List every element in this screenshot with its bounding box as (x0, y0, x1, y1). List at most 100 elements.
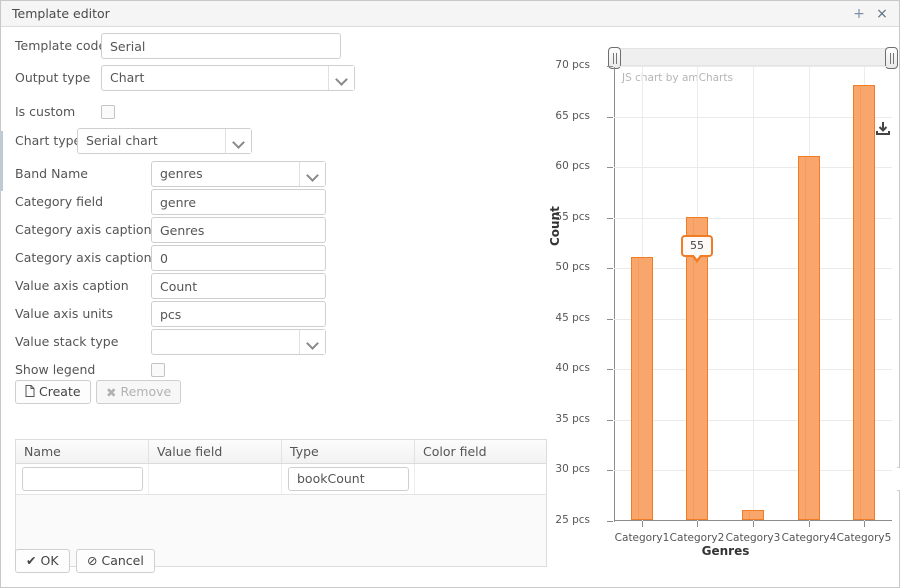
field-row-chart-type: Chart type Serial chart (15, 128, 345, 154)
window-titlebar: Template editor + × (1, 1, 899, 27)
cell-type: Column (282, 464, 415, 494)
series-table: Name Value field Type Color field Column (15, 439, 547, 567)
chart-preview-panel: JS chart by amCharts 25 pcs30 pcs35 pcs4… (554, 31, 897, 551)
y-axis-label: 60 pcs (530, 160, 590, 172)
output-type-label: Output type (15, 65, 90, 91)
chevron-down-icon[interactable] (225, 129, 251, 153)
y-axis-label: 70 pcs (530, 59, 590, 71)
x-axis-tick (864, 521, 865, 527)
y-axis-tick (607, 521, 613, 522)
x-axis-label: Category1 (615, 532, 670, 544)
output-type-select[interactable]: Chart (101, 65, 355, 91)
chart-bar[interactable] (742, 510, 764, 520)
field-row-category-axis-caption-angle: Category axis caption angle (15, 245, 345, 271)
chart-bar[interactable] (853, 85, 875, 520)
chevron-down-icon[interactable] (328, 66, 354, 90)
band-name-value: genres (160, 162, 203, 186)
create-button[interactable]: Create (15, 380, 91, 404)
table-row[interactable]: Column (16, 464, 546, 495)
y-axis-tick (607, 66, 613, 67)
maximize-icon[interactable]: + (850, 5, 868, 23)
field-row-category-axis-caption: Category axis caption (15, 217, 345, 243)
category-axis-caption-label: Category axis caption (15, 217, 152, 243)
value-axis-caption-input[interactable] (151, 273, 326, 299)
category-field-label: Category field (15, 189, 103, 215)
y-axis-label: 35 pcs (530, 413, 590, 425)
value-axis-caption-label: Value axis caption (15, 273, 129, 299)
field-row-value-stack-type: Value stack type (15, 329, 345, 355)
close-x-icon: ✖ (106, 382, 116, 404)
y-axis-tick (607, 268, 613, 269)
show-legend-checkbox[interactable] (151, 363, 165, 377)
table-header-row: Name Value field Type Color field (16, 440, 546, 464)
value-stack-type-label: Value stack type (15, 329, 118, 355)
y-axis-label: 30 pcs (530, 463, 590, 475)
chart-tooltip: 55 (681, 235, 713, 257)
chart-bar[interactable] (798, 156, 820, 520)
x-axis-tick (753, 521, 754, 527)
gridline-vertical (753, 66, 754, 521)
value-axis-caption: Count (548, 206, 562, 246)
chart-plot-area: JS chart by amCharts 25 pcs30 pcs35 pcs4… (614, 66, 892, 521)
field-row-category-field: Category field (15, 189, 345, 215)
template-editor-window: Template editor + × Template code Output… (0, 0, 900, 588)
window-title: Template editor (12, 6, 110, 21)
template-code-input[interactable] (101, 33, 341, 59)
output-type-value: Chart (110, 66, 144, 90)
close-icon[interactable]: × (873, 5, 891, 23)
band-name-label: Band Name (15, 161, 88, 187)
ban-icon: ⊘ (87, 550, 97, 572)
y-axis-label: 65 pcs (530, 110, 590, 122)
y-axis-label: 40 pcs (530, 362, 590, 374)
x-axis-tick (809, 521, 810, 527)
chart-bar[interactable] (631, 257, 653, 520)
y-axis-label: 25 pcs (530, 514, 590, 526)
y-axis-label: 50 pcs (530, 261, 590, 273)
category-axis-caption-input[interactable] (151, 217, 326, 243)
field-row-template-code: Template code (15, 33, 345, 59)
category-field-input[interactable] (151, 189, 326, 215)
cancel-button[interactable]: ⊘ Cancel (76, 549, 155, 573)
cell-color-field (415, 464, 546, 494)
y-axis-label: 45 pcs (530, 312, 590, 324)
y-axis-tick (607, 218, 613, 219)
chevron-down-icon[interactable] (299, 330, 325, 354)
table-header-value-field: Value field (149, 440, 282, 463)
y-axis-line (614, 66, 615, 522)
x-axis-label: Category2 (670, 532, 725, 544)
is-custom-checkbox[interactable] (101, 105, 115, 119)
x-axis-tick (642, 521, 643, 527)
chart-zoom-scrollbar[interactable] (614, 48, 892, 66)
table-header-name: Name (16, 440, 149, 463)
field-row-value-axis-units: Value axis units (15, 301, 345, 327)
cancel-button-label: Cancel (101, 553, 143, 568)
remove-button[interactable]: ✖ Remove (96, 380, 181, 404)
series-name-input[interactable] (22, 467, 143, 491)
y-axis-tick (607, 319, 613, 320)
y-axis-tick (607, 369, 613, 370)
y-axis-tick (607, 420, 613, 421)
table-header-type: Type (282, 440, 415, 463)
value-stack-type-select[interactable] (151, 329, 326, 355)
category-axis-caption-angle-input[interactable] (151, 245, 326, 271)
x-axis-label: Category5 (837, 532, 892, 544)
field-row-output-type: Output type Chart (15, 65, 345, 91)
remove-button-label: Remove (120, 384, 171, 399)
ok-button[interactable]: ✔OK (15, 549, 70, 573)
y-axis-tick (607, 470, 613, 471)
x-axis-tick (697, 521, 698, 527)
x-axis-label: Category3 (726, 532, 781, 544)
document-icon (25, 382, 35, 404)
chart-type-select[interactable]: Serial chart (77, 128, 252, 154)
cell-name (16, 464, 149, 494)
x-axis-label: Category4 (782, 532, 837, 544)
value-axis-units-input[interactable] (151, 301, 326, 327)
template-code-label: Template code (15, 33, 106, 59)
table-header-color-field: Color field (415, 440, 546, 463)
chart-watermark: JS chart by amCharts (622, 72, 733, 84)
field-row-is-custom: Is custom (15, 99, 345, 125)
chevron-down-icon[interactable] (299, 162, 325, 186)
is-custom-label: Is custom (15, 99, 75, 125)
band-name-select[interactable]: genres (151, 161, 326, 187)
value-axis-units-label: Value axis units (15, 301, 113, 327)
